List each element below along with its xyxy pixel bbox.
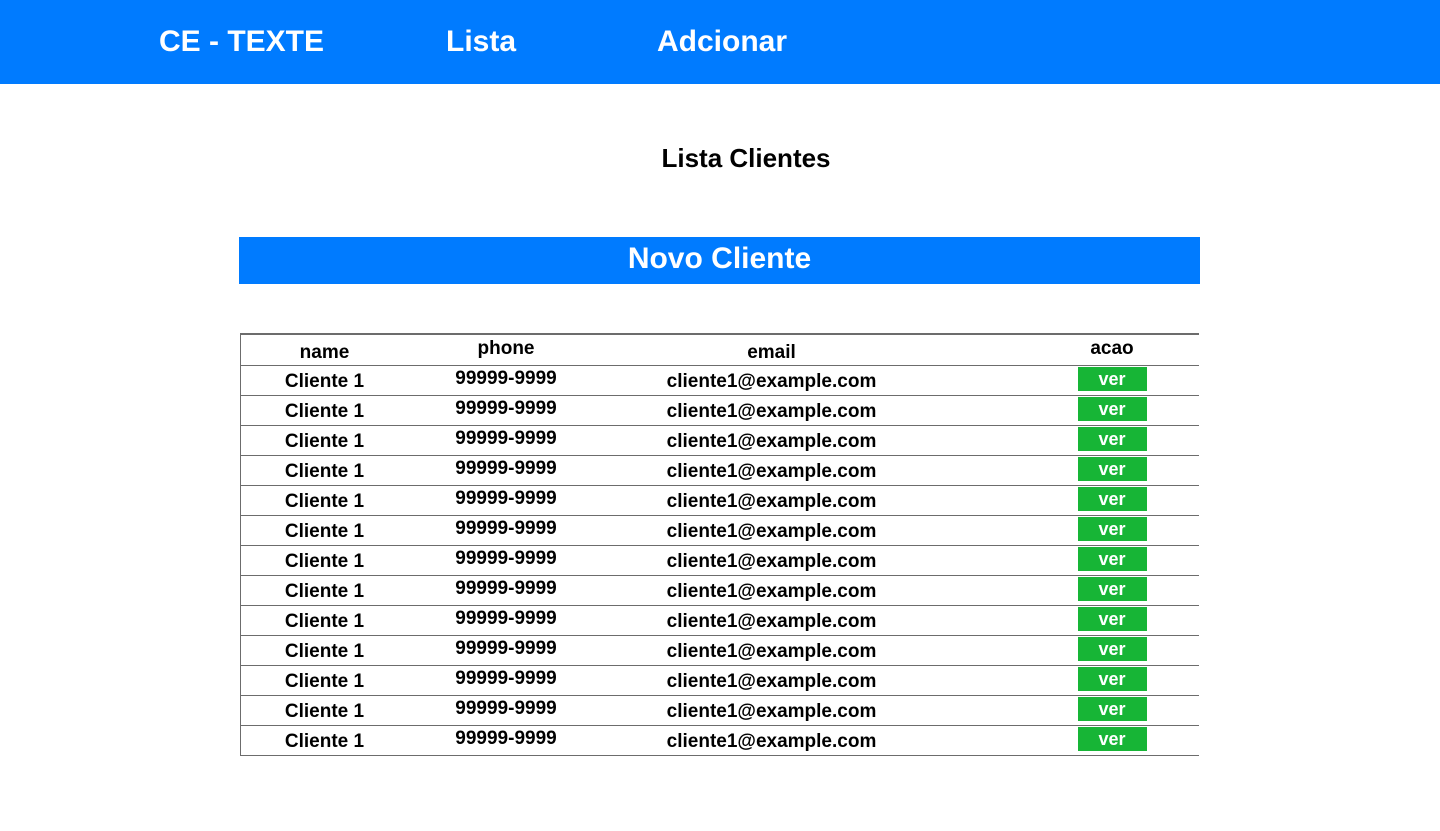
client-phone-cell: 99999-9999 <box>455 368 557 389</box>
view-client-button[interactable]: ver <box>1077 427 1147 451</box>
client-phone-cell: 99999-9999 <box>455 518 557 539</box>
view-client-button[interactable]: ver <box>1077 637 1147 661</box>
client-action-cell: ver <box>1077 427 1147 456</box>
table-row: Cliente 1 99999-9999 cliente1@example.com v… <box>240 456 1199 486</box>
client-phone-cell: 99999-9999 <box>455 548 557 569</box>
nav-item-lista[interactable]: Lista <box>446 22 516 62</box>
view-client-button[interactable]: ver <box>1077 607 1147 631</box>
new-client-button[interactable]: Novo Cliente <box>239 237 1200 284</box>
client-action-cell: ver <box>1077 577 1147 606</box>
client-phone-cell: 99999-9999 <box>455 638 557 659</box>
table-body: Cliente 1 99999-9999 cliente1@example.com v… <box>240 366 1199 756</box>
client-phone-cell: 99999-9999 <box>455 668 557 689</box>
client-action-cell: ver <box>1077 637 1147 666</box>
table-row: Cliente 1 99999-9999 cliente1@example.com v… <box>240 546 1199 576</box>
table-row: Cliente 1 99999-9999 cliente1@example.com v… <box>240 396 1199 426</box>
client-action-cell: ver <box>1077 727 1147 756</box>
table-row: Cliente 1 99999-9999 cliente1@example.com v… <box>240 486 1199 516</box>
client-action-cell: ver <box>1077 547 1147 576</box>
view-client-button[interactable]: ver <box>1077 697 1147 721</box>
table-row: Cliente 1 99999-9999 cliente1@example.com v… <box>240 606 1199 636</box>
view-client-button[interactable]: ver <box>1077 457 1147 481</box>
client-phone-cell: 99999-9999 <box>455 728 557 749</box>
client-action-cell: ver <box>1077 607 1147 636</box>
table-row: Cliente 1 99999-9999 cliente1@example.com v… <box>240 666 1199 696</box>
table-row: Cliente 1 99999-9999 cliente1@example.com v… <box>240 696 1199 726</box>
client-phone-cell: 99999-9999 <box>455 398 557 419</box>
table-row: Cliente 1 99999-9999 cliente1@example.com v… <box>240 366 1199 396</box>
client-email-cell: cliente1@example.com <box>666 731 877 752</box>
client-action-cell: ver <box>1077 697 1147 726</box>
client-action-cell: ver <box>1077 487 1147 516</box>
table-row: Cliente 1 99999-9999 cliente1@example.com v… <box>240 726 1199 756</box>
client-action-cell: ver <box>1077 367 1147 396</box>
view-client-button[interactable]: ver <box>1077 577 1147 601</box>
client-action-cell: ver <box>1077 517 1147 546</box>
view-client-button[interactable]: ver <box>1077 487 1147 511</box>
view-client-button[interactable]: ver <box>1077 667 1147 691</box>
client-phone-cell: 99999-9999 <box>455 488 557 509</box>
client-phone-cell: 99999-9999 <box>455 698 557 719</box>
page-title: Lista Clientes <box>661 143 831 173</box>
table-row: Cliente 1 99999-9999 cliente1@example.com v… <box>240 576 1199 606</box>
view-client-button[interactable]: ver <box>1077 397 1147 421</box>
column-header-acao: acao <box>1090 338 1134 359</box>
view-client-button[interactable]: ver <box>1077 517 1147 541</box>
client-action-cell: ver <box>1077 667 1147 696</box>
column-header-phone: phone <box>477 338 535 359</box>
client-phone-cell: 99999-9999 <box>455 578 557 599</box>
client-phone-cell: 99999-9999 <box>455 608 557 629</box>
top-navbar: CE - TEXTE Lista Adcionar <box>0 0 1440 84</box>
client-phone-cell: 99999-9999 <box>455 428 557 449</box>
client-action-cell: ver <box>1077 457 1147 486</box>
nav-item-adicionar[interactable]: Adcionar <box>657 22 787 62</box>
table-row: Cliente 1 99999-9999 cliente1@example.com v… <box>240 426 1199 456</box>
table-row: Cliente 1 99999-9999 cliente1@example.com v… <box>240 516 1199 546</box>
client-phone-cell: 99999-9999 <box>455 458 557 479</box>
table-header-row: name phone email acao <box>240 335 1199 366</box>
view-client-button[interactable]: ver <box>1077 367 1147 391</box>
brand-link[interactable]: CE - TEXTE <box>159 22 324 62</box>
client-action-cell: ver <box>1077 397 1147 426</box>
view-client-button[interactable]: ver <box>1077 727 1147 751</box>
clients-table: name phone email acao Cliente 1 99999-999… <box>240 333 1199 756</box>
table-row: Cliente 1 99999-9999 cliente1@example.com v… <box>240 636 1199 666</box>
view-client-button[interactable]: ver <box>1077 547 1147 571</box>
client-name-cell: Cliente 1 <box>284 731 365 752</box>
